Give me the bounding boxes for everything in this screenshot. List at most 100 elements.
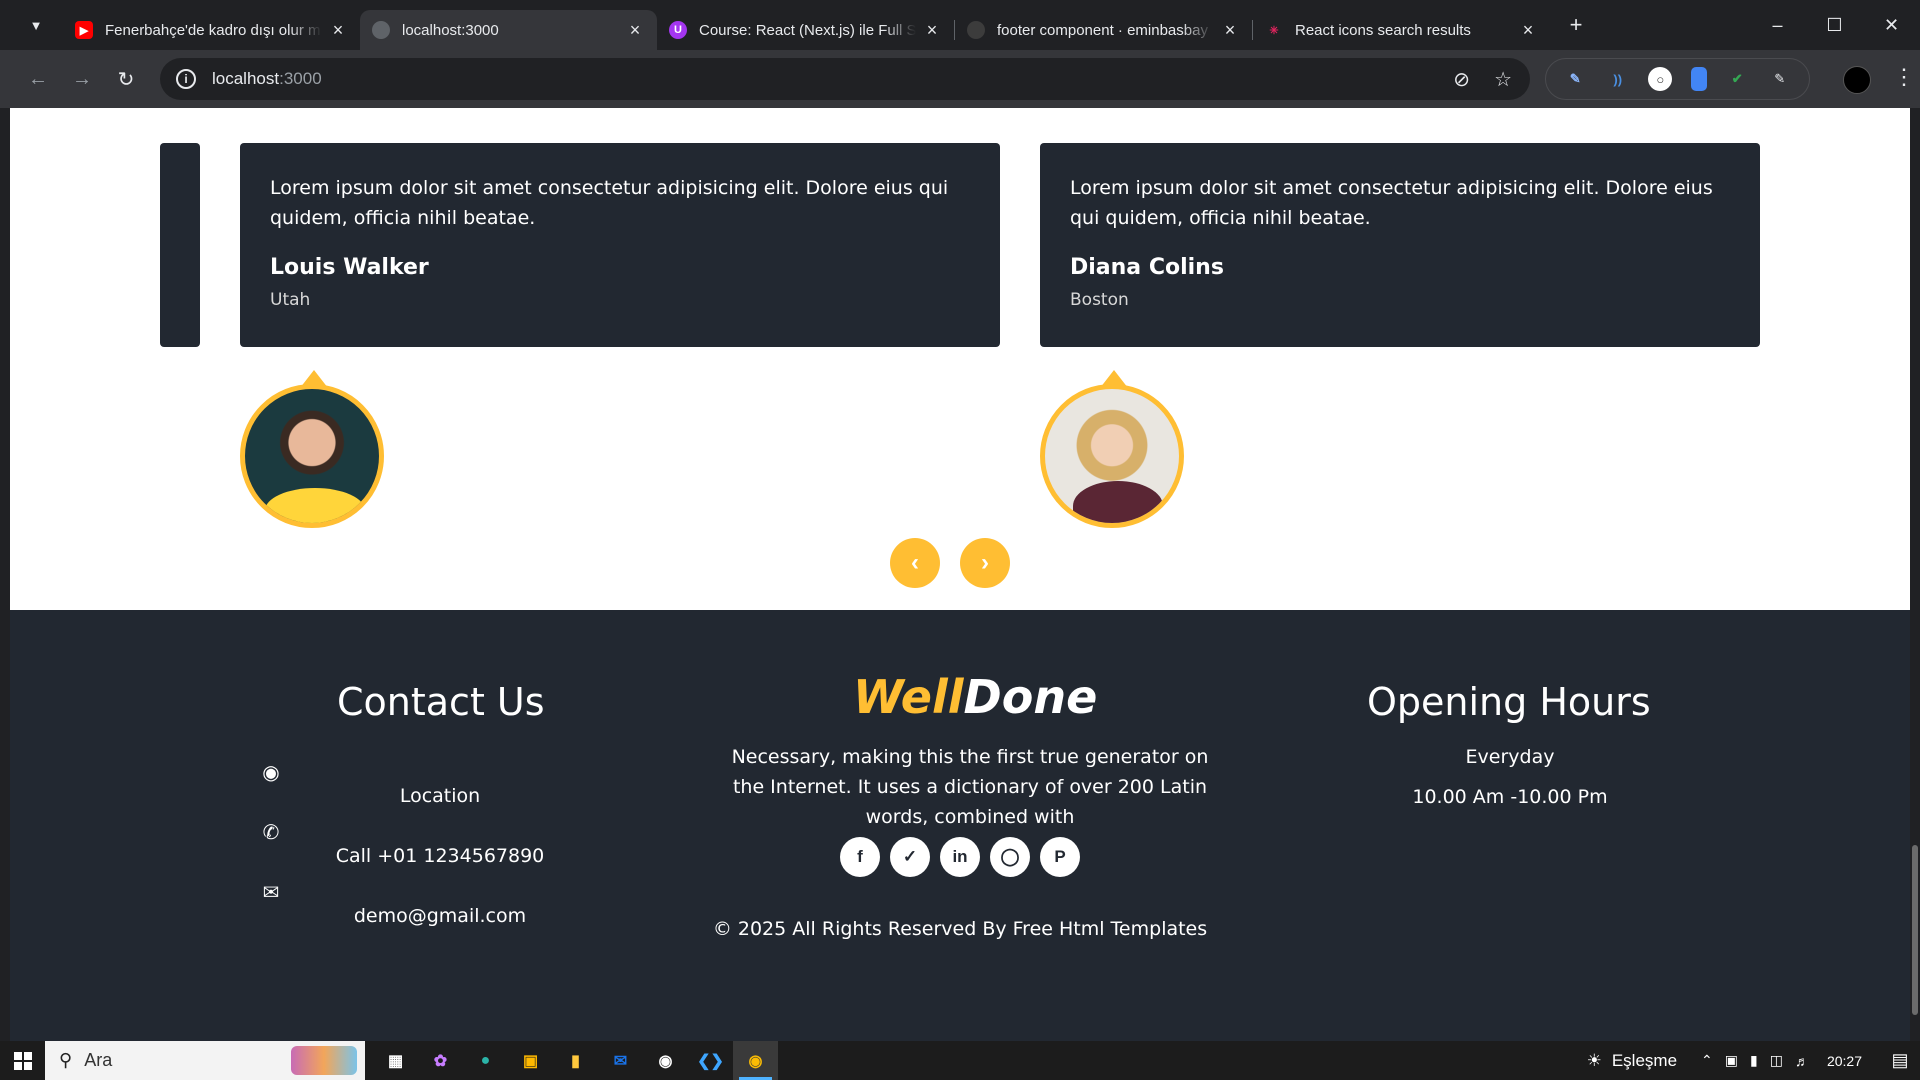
tab-localhost[interactable]: localhost:3000 × [360,10,657,50]
meet-now-icon[interactable]: ▣ [1725,1052,1738,1069]
close-icon[interactable]: × [625,20,645,41]
testimonial-quote: Lorem ipsum dolor sit amet consectetur a… [1070,177,1713,229]
bookmark-star-icon[interactable]: ☆ [1494,67,1512,92]
testimonial-city: Boston [1070,290,1129,310]
brand-part-well: Well [853,670,964,724]
arrow-right-icon: → [72,67,92,90]
reload-icon: ↻ [117,68,135,91]
minimize-icon[interactable]: – [1749,0,1806,50]
plus-icon: + [1569,12,1583,37]
reload-button[interactable]: ↻ [104,57,148,101]
volume-icon[interactable]: ♬ [1795,1053,1809,1069]
wave-extension-icon[interactable]: )) [1606,67,1630,91]
twitter-icon[interactable]: ✓ [890,837,930,877]
search-highlight-image [291,1046,357,1075]
copilot-icon[interactable]: ✿ [418,1041,463,1080]
tab-title: Fenerbahçe'de kadro dışı olur m [105,21,321,39]
carousel-prev-button[interactable]: ‹ [890,538,940,588]
chevron-up-icon[interactable]: ⌃ [1701,1052,1713,1069]
github-icon [967,21,985,39]
task-view-icon[interactable]: ▦ [373,1041,418,1080]
contact-title: Contact Us [337,680,545,724]
address-bar-actions: ⊘ ☆ [1453,58,1512,100]
facebook-icon[interactable]: f [840,837,880,877]
url-port: :3000 [279,69,322,88]
edge-icon[interactable]: ● [463,1041,508,1080]
obs-icon[interactable]: ◉ [643,1041,688,1080]
address-bar[interactable]: i localhost:3000 ⊘ ☆ [160,58,1530,100]
scrollbar-thumb[interactable] [1912,845,1918,1015]
pinterest-icon[interactable]: P [1040,837,1080,877]
tab-strip: ▼ ▶ Fenerbahçe'de kadro dışı olur m × lo… [0,0,1920,50]
footer-about-text: Necessary, making this the first true ge… [731,746,1209,828]
browser-toolbar: ← → ↻ i localhost:3000 ⊘ ☆ ✎ )) ○ ​ ✔ ✎ [0,50,1920,108]
chevron-down-icon: ▼ [29,17,43,33]
eye-off-icon[interactable]: ⊘ [1453,67,1470,92]
taskbar-search-placeholder: Ara [84,1050,113,1070]
windows-logo-icon [13,1051,32,1070]
contact-phone-link[interactable]: Call +01 1234567890 [290,845,590,867]
notification-icon[interactable]: ▤ [1880,1050,1920,1071]
testimonial-quote: Lorem ipsum dolor sit amet consectetur a… [270,177,949,229]
eyedropper-extension-icon[interactable]: ✎ [1563,67,1587,91]
testimonial-name: Diana Colins [1070,255,1224,280]
taskbar-search[interactable]: ⚲ Ara [45,1041,365,1080]
site-footer: Contact Us ◉ Location ✆ Call +01 1234567… [10,610,1910,1041]
close-icon[interactable]: × [1220,20,1240,41]
weather-label: Eşleşme [1611,1050,1678,1070]
udemy-icon: U [669,21,687,39]
battery-icon[interactable]: ▮ [1750,1052,1758,1069]
tab-youtube[interactable]: ▶ Fenerbahçe'de kadro dışı olur m × [63,10,360,50]
close-icon[interactable]: × [328,20,348,41]
profile-avatar[interactable] [1843,66,1871,94]
tab-title: Course: React (Next.js) ile Full St [699,21,916,39]
window-controls: – ☐ ✕ [1749,0,1920,50]
tab-udemy[interactable]: U Course: React (Next.js) ile Full St × [657,10,954,50]
tab-react-icons[interactable]: ✳ React icons search results × [1253,10,1550,50]
linkedin-icon[interactable]: in [940,837,980,877]
new-tab-button[interactable]: + [1560,9,1592,41]
forward-button[interactable]: → [60,57,104,101]
circle-extension-icon[interactable]: ○ [1648,67,1673,91]
close-icon[interactable]: × [1518,20,1538,41]
start-button[interactable] [0,1041,45,1080]
puzzle-extensions-icon[interactable]: ✎ [1768,67,1792,91]
weather-widget[interactable]: ☀ Eşleşme [1587,1051,1677,1071]
contact-email-link[interactable]: demo@gmail.com [290,905,590,927]
opening-hours-title: Opening Hours [1367,680,1651,724]
tab-search-button[interactable]: ▼ [19,8,53,42]
contact-location-link[interactable]: Location [290,785,590,807]
testimonial-avatar-frame [240,370,384,528]
youtube-icon: ▶ [75,21,93,39]
globe-icon [372,21,390,39]
tab-github[interactable]: footer component · eminbasbay × [955,10,1252,50]
site-info-icon[interactable]: i [176,69,196,89]
weather-icon: ☀ [1586,1050,1602,1070]
brand-logo[interactable]: WellDone [853,670,1097,724]
chrome-icon[interactable]: ◉ [733,1041,778,1080]
testimonial-avatar-frame [1040,370,1184,528]
back-button[interactable]: ← [16,57,60,101]
store-icon[interactable]: ▣ [508,1041,553,1080]
avatar [240,384,384,528]
file-explorer-icon[interactable]: ▮ [553,1041,598,1080]
taskbar-apps: ▦ ✿ ● ▣ ▮ ✉ ◉ ❮❯ ◉ [373,1041,778,1080]
system-tray: ☀ Eşleşme ⌃ ▣ ▮ ◫ ♬ 20:27 ▤ [1587,1041,1920,1080]
docs-extension-icon[interactable]: ​ [1690,67,1707,91]
tab-title: localhost:3000 [402,21,499,39]
network-icon[interactable]: ◫ [1770,1052,1783,1069]
clock[interactable]: 20:27 [1827,1053,1862,1069]
shield-extension-icon[interactable]: ✔ [1725,67,1749,91]
brand-part-done: Done [963,670,1098,724]
avatar [1040,384,1184,528]
outlook-icon[interactable]: ✉ [598,1041,643,1080]
close-window-icon[interactable]: ✕ [1863,0,1920,50]
testimonial-name: Louis Walker [270,255,429,280]
vscode-icon[interactable]: ❮❯ [688,1041,733,1080]
kebab-menu-icon[interactable]: ⋮ [1893,64,1915,90]
envelope-icon: ✉ [262,882,280,904]
carousel-next-button[interactable]: › [960,538,1010,588]
maximize-icon[interactable]: ☐ [1806,0,1863,50]
close-icon[interactable]: × [922,20,942,41]
instagram-icon[interactable]: ◯ [990,837,1030,877]
